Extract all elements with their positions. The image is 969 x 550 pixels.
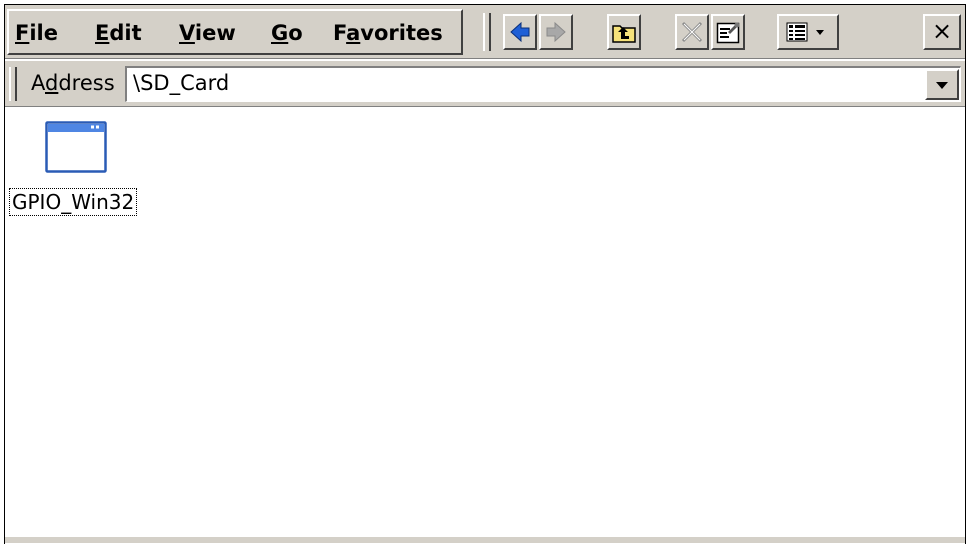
views-icon	[785, 20, 831, 44]
menu-view[interactable]: View	[179, 21, 236, 45]
address-input[interactable]: \SD_Card	[125, 66, 961, 102]
properties-icon	[716, 20, 740, 44]
menu-edit[interactable]: Edit	[95, 21, 142, 45]
file-list[interactable]: GPIO_Win32	[5, 107, 965, 545]
views-button[interactable]	[777, 14, 839, 50]
address-dropdown-button[interactable]	[925, 69, 959, 100]
address-bar: Address \SD_Card	[5, 61, 965, 107]
close-button[interactable]: ×	[923, 14, 961, 50]
delete-icon	[680, 20, 704, 44]
up-folder-button[interactable]	[607, 14, 641, 50]
menu-go[interactable]: Go	[271, 21, 303, 45]
explorer-window: File Edit View Go Favorites × Address \S…	[4, 4, 966, 545]
chevron-down-icon	[935, 75, 949, 94]
up-folder-icon	[612, 21, 636, 43]
application-window-icon[interactable]	[45, 121, 107, 177]
address-label: Address	[31, 71, 115, 95]
properties-button[interactable]	[711, 14, 745, 50]
file-name-label[interactable]: GPIO_Win32	[9, 188, 138, 216]
address-grip[interactable]	[9, 67, 17, 101]
command-bar: File Edit View Go Favorites ×	[5, 5, 965, 59]
back-icon	[509, 21, 531, 43]
forward-button[interactable]	[539, 14, 573, 50]
status-strip	[5, 537, 965, 543]
file-item[interactable]: GPIO_Win32	[7, 121, 159, 221]
address-value[interactable]: \SD_Card	[133, 71, 229, 95]
toolbar-grip[interactable]	[483, 13, 491, 51]
menu-file[interactable]: File	[15, 21, 58, 45]
delete-button[interactable]	[675, 14, 709, 50]
menu-favorites[interactable]: Favorites	[333, 21, 443, 45]
forward-icon	[545, 21, 567, 43]
back-button[interactable]	[503, 14, 537, 50]
menu-bar: File Edit View Go Favorites	[7, 9, 463, 55]
